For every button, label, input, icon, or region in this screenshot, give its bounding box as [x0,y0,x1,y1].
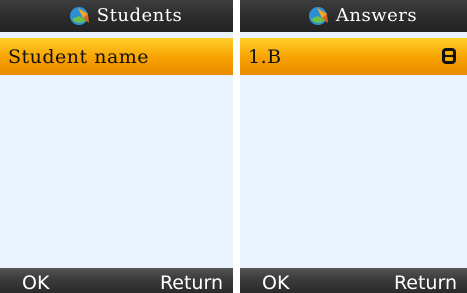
softkey-bar: OK Return [240,268,467,293]
list-item-label: 1.B [248,45,282,68]
answers-screen: Answers 1.B OK Return [240,0,467,293]
list-item-label: Student name [8,45,150,68]
students-screen: Students Student name OK Return [0,0,233,293]
softkey-bar: OK Return [0,268,233,293]
return-softkey[interactable]: Return [394,272,457,293]
ok-softkey[interactable]: OK [22,272,49,293]
title-bar: Answers [240,0,467,32]
list-item-selected[interactable]: Student name [0,38,233,75]
app-logo-icon [69,7,89,25]
app-logo-icon [308,7,328,25]
title-bar: Students [0,0,233,32]
return-softkey[interactable]: Return [160,272,223,293]
ok-softkey[interactable]: OK [262,272,289,293]
list-item-selected[interactable]: 1.B [240,38,467,75]
screen-title: Answers [335,5,418,26]
screen-title: Students [96,5,183,26]
answer-status-icon [442,48,456,64]
